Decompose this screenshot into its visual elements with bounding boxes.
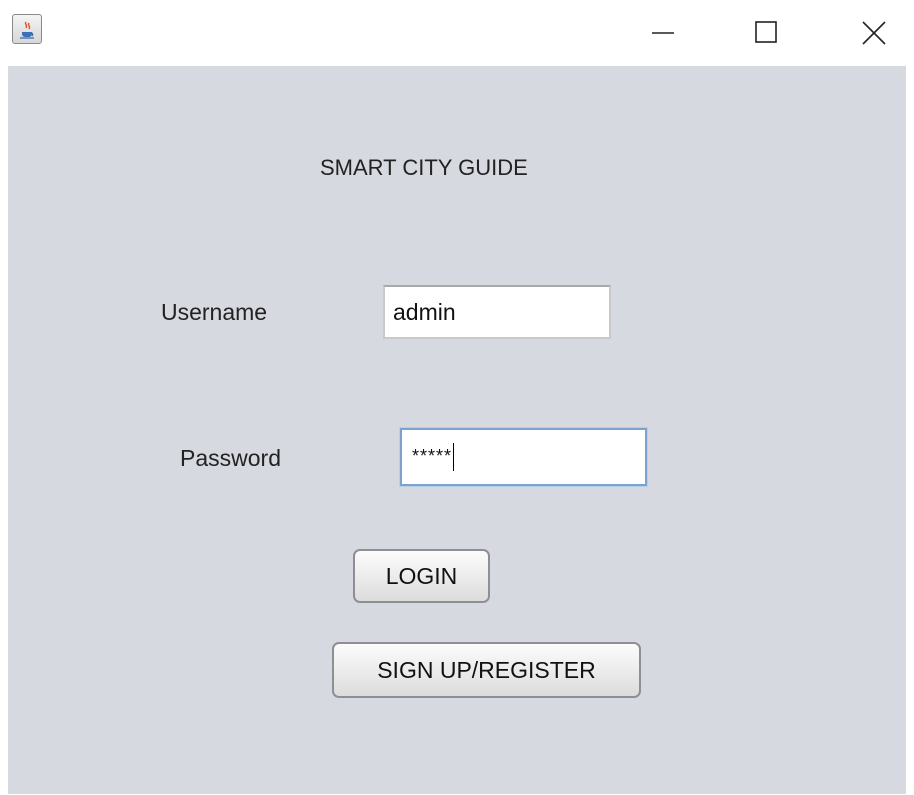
login-panel: SMART CITY GUIDE Username Password *****… [8,66,906,794]
login-window: SMART CITY GUIDE Username Password *****… [0,0,914,795]
password-mask: ***** [412,446,453,466]
username-input[interactable] [383,285,611,339]
password-label: Password [180,445,281,471]
minimize-button[interactable] [628,0,698,62]
username-label: Username [161,299,268,325]
login-button[interactable]: LOGIN [353,549,490,603]
maximize-icon [755,21,777,43]
close-button[interactable] [838,0,908,62]
java-coffee-cup-icon[interactable] [12,14,42,44]
title-bar[interactable] [0,0,914,66]
close-icon [862,21,886,45]
maximize-button[interactable] [731,0,801,62]
signup-register-button[interactable]: SIGN UP/REGISTER [332,642,641,698]
minimize-icon [652,32,674,34]
password-input[interactable]: ***** [400,428,647,486]
app-title: SMART CITY GUIDE [320,155,528,180]
text-caret [453,443,455,472]
